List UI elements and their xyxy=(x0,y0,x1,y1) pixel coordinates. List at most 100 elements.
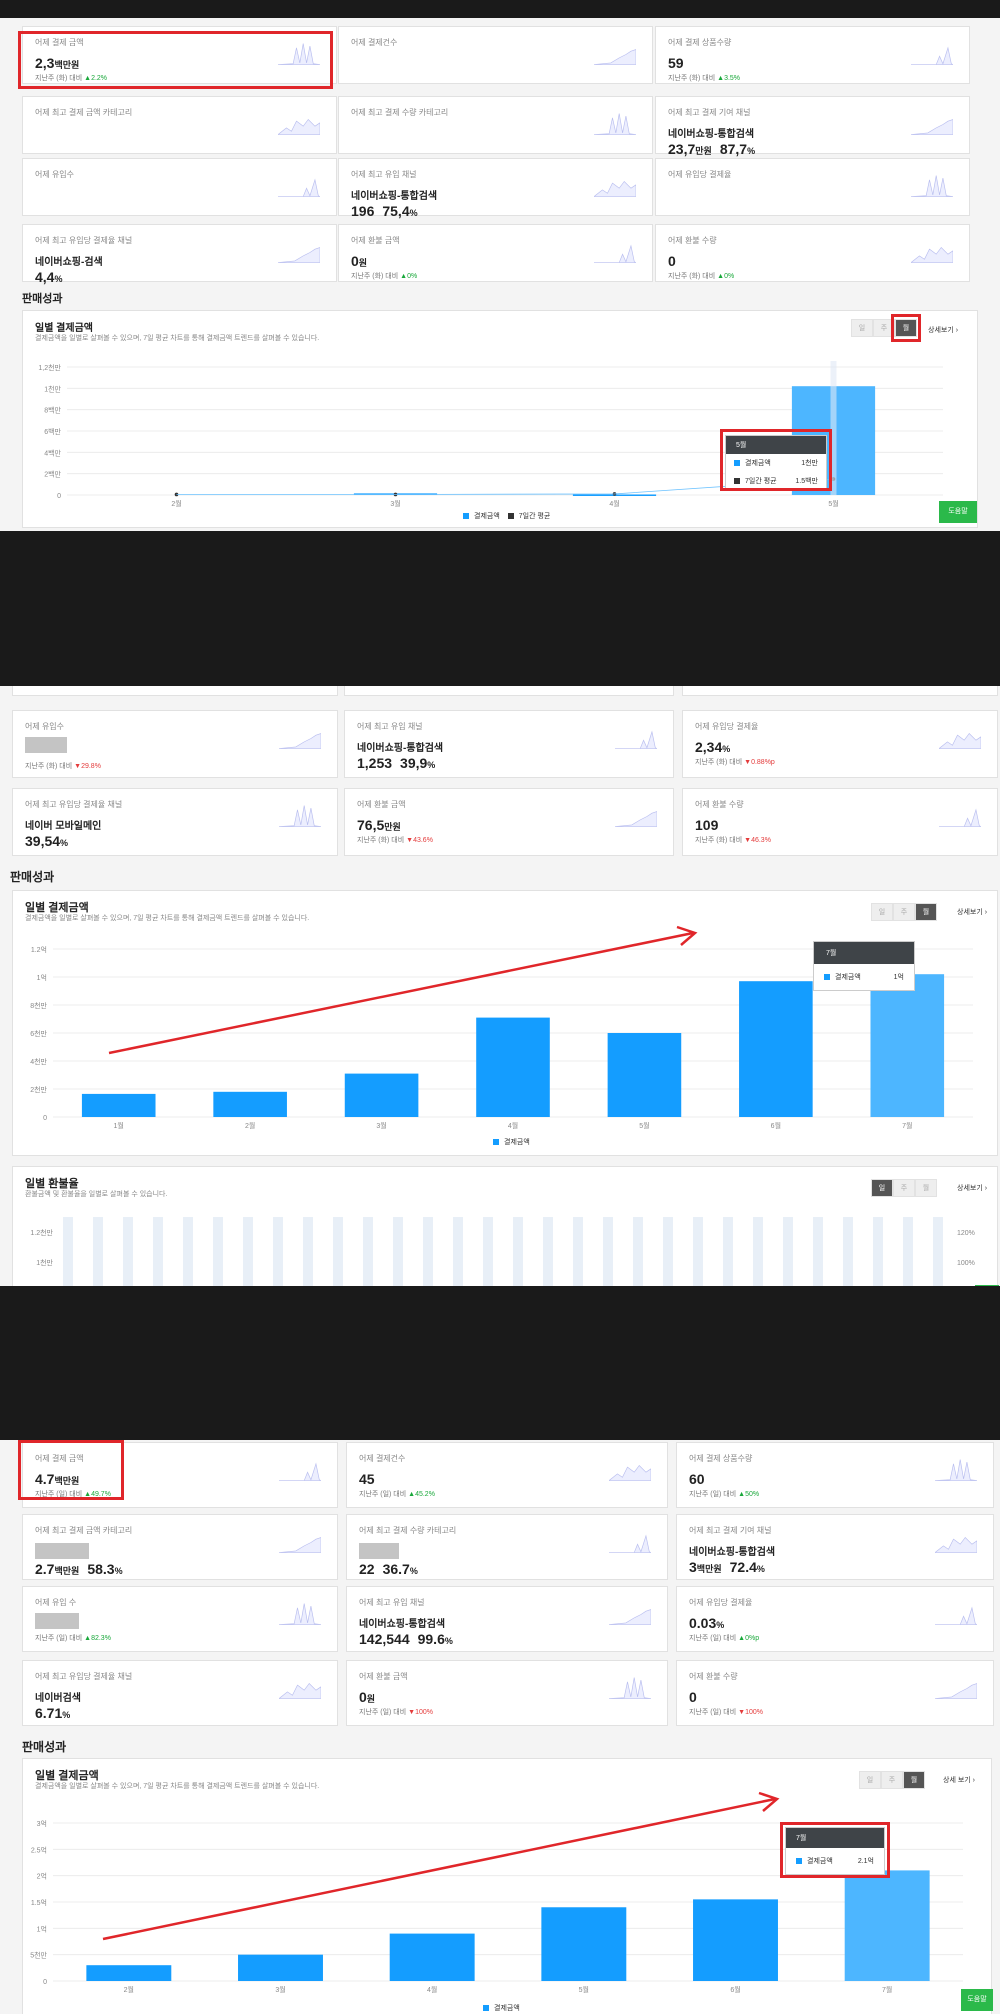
stat-card[interactable]: 어제 유입당 결제율 0.03% 지난주 (일) 대비 ▲0%p xyxy=(676,1586,994,1652)
bar[interactable] xyxy=(693,1899,778,1981)
refund-bar-bg xyxy=(933,1217,943,1286)
refund-bar-bg xyxy=(333,1217,343,1286)
bar[interactable] xyxy=(344,1073,419,1117)
stat-card[interactable]: 어제 최고 유입당 결제율 채널 네이버쇼핑-검색 4,4% xyxy=(22,224,337,285)
sparkline-chart xyxy=(594,180,636,197)
bar[interactable] xyxy=(541,1907,627,1981)
sparkline-chart xyxy=(279,805,321,827)
bar[interactable] xyxy=(844,1870,930,1981)
stat-card-label: 어제 최고 유입당 결제율 채널 xyxy=(35,236,133,245)
stat-card[interactable]: 어제 환불 수량 109 지난주 (화) 대비 ▼46.3% xyxy=(682,788,998,856)
stat-card-label: 어제 환불 수량 xyxy=(668,236,717,245)
help-button[interactable]: 도움말 xyxy=(939,501,977,523)
period-toggle-button[interactable]: 일 xyxy=(871,903,893,921)
stat-card-channel: 네이버쇼핑-통합검색 xyxy=(689,1547,776,1558)
legend-item[interactable]: 결제금액 xyxy=(504,1139,530,1146)
stat-card[interactable]: 어제 최고 결제 수량 카테고리 22 36.7% xyxy=(346,1514,668,1580)
x-tick-label: 4월 xyxy=(427,1985,437,1994)
y-tick-label: 0 xyxy=(43,1979,47,1986)
legend-item[interactable]: 결제금액 xyxy=(474,513,500,520)
refund-bar-bg xyxy=(903,1217,913,1286)
stat-card[interactable]: 어제 환불 금액 76,5만원 지난주 (화) 대비 ▼43.6% xyxy=(344,788,674,856)
bar[interactable] xyxy=(607,1033,682,1117)
stat-card[interactable]: 어제 유입 수 지난주 (일) 대비 ▲82.3% xyxy=(22,1586,338,1652)
detail-link[interactable]: 상세보기 › xyxy=(957,1183,987,1193)
stat-card[interactable]: 어제 유입당 결제율 2,34% 지난주 (화) 대비 ▼0.88%p xyxy=(682,710,998,778)
stat-card[interactable]: 어제 결제건수 45 지난주 (일) 대비 ▲45.2% xyxy=(346,1442,668,1508)
stat-card[interactable]: 어제 최고 유입당 결제율 채널 네이버검색 6.71% xyxy=(22,1660,338,1726)
stat-card[interactable]: 어제 최고 유입 채널 네이버쇼핑-통합검색 196 75,4% xyxy=(338,158,653,219)
bar[interactable] xyxy=(81,1093,156,1117)
stat-card[interactable]: 어제 최고 결제 기여 채널 네이버쇼핑-통합검색 3백만원 72.4% xyxy=(676,1514,994,1580)
stat-card[interactable]: 어제 유입당 결제율 xyxy=(655,158,970,216)
panel-2: 어제 유입수 지난주 (화) 대비 ▼29.8% 어제 최고 유입 채널 네이버쇼핑-… xyxy=(0,686,1000,1286)
stat-card[interactable]: 어제 최고 유입 채널 네이버쇼핑-통합검색 1,253 39,9% xyxy=(344,710,674,778)
period-toggle-button[interactable]: 월 xyxy=(903,1771,925,1789)
trend-down-icon: ▼ xyxy=(72,763,82,770)
bar[interactable] xyxy=(476,1017,550,1117)
stat-card[interactable]: 어제 최고 결제 금액 카테고리 2.7백만원 58.3% xyxy=(22,1514,338,1580)
stat-card[interactable]: 어제 유입수 xyxy=(22,158,337,216)
sparkline-path xyxy=(279,805,321,827)
stat-card[interactable]: 어제 환불 금액 0원 지난주 (화) 대비 ▲0% xyxy=(338,224,653,282)
stat-card[interactable]: 어제 환불 수량 0 지난주 (화) 대비 ▲0% xyxy=(655,224,970,282)
period-toggle-button[interactable]: 일 xyxy=(851,319,873,337)
refund-bar-bg xyxy=(303,1217,313,1286)
stat-card[interactable]: 어제 결제 상품수량 59 지난주 (화) 대비 ▲3.5% xyxy=(655,26,970,84)
bar[interactable] xyxy=(213,1091,287,1117)
period-toggle-button[interactable]: 월 xyxy=(915,903,937,921)
stat-card[interactable]: 어제 결제건수 xyxy=(338,26,653,84)
sparkline-chart xyxy=(279,1462,321,1481)
sparkline-path xyxy=(939,808,981,827)
comparison-label: 지난주 (화) 대비 xyxy=(668,75,716,82)
help-button[interactable]: 도움말 xyxy=(961,1989,993,2011)
stat-card[interactable]: 어제 결제 상품수량 60 지난주 (일) 대비 ▲50% xyxy=(676,1442,994,1508)
stat-card-value: 0 xyxy=(668,253,676,269)
bar[interactable] xyxy=(870,974,945,1117)
period-toggle-button[interactable]: 주 xyxy=(881,1771,903,1789)
stat-card[interactable]: 어제 최고 결제 기여 채널 네이버쇼핑-통합검색 23,7만원 87,7% xyxy=(655,96,970,157)
refund-bar-bg xyxy=(663,1217,673,1286)
sparkline-path xyxy=(279,733,321,749)
stat-value-unit: 백만원 xyxy=(696,1564,722,1574)
stat-card[interactable]: 어제 최고 결제 금액 카테고리 xyxy=(22,96,337,154)
stat-card[interactable]: 어제 최고 유입당 결제율 채널 네이버 모바일메인 39,54% xyxy=(12,788,338,856)
stat-card[interactable]: 어제 유입수 지난주 (화) 대비 ▼29.8% xyxy=(12,710,338,778)
redacted-value xyxy=(35,1543,89,1559)
stat-card-label: 어제 최고 결제 기여 채널 xyxy=(668,108,751,117)
bar[interactable] xyxy=(86,1965,172,1981)
tooltip-value: 1억 xyxy=(893,974,904,981)
stat-value-share: 72.4 xyxy=(729,1559,757,1575)
stat-card[interactable]: 어제 환불 금액 0원 지난주 (일) 대비 ▼100% xyxy=(346,1660,668,1726)
legend-item[interactable]: 결제금액 xyxy=(494,2005,520,2012)
sparkline-chart xyxy=(609,1464,651,1481)
redacted-value xyxy=(25,737,67,753)
bar[interactable] xyxy=(739,981,813,1117)
comparison-label: 지난주 (일) 대비 xyxy=(689,1709,737,1716)
y-tick-label: 8천만 xyxy=(30,1001,47,1010)
detail-link[interactable]: 상세보기 › xyxy=(957,907,987,917)
y-tick-label: 4천만 xyxy=(30,1057,47,1066)
stat-card[interactable]: 어제 최고 유입 채널 네이버쇼핑-통합검색 142,544 99.6% xyxy=(346,1586,668,1652)
stat-card-value: 0 xyxy=(689,1689,697,1705)
refund-bar-bg xyxy=(753,1217,763,1286)
y2-tick-label: 120% xyxy=(957,1230,975,1237)
detail-link[interactable]: 상세 보기 › xyxy=(943,1775,975,1785)
sparkline-chart xyxy=(609,1609,651,1625)
bar[interactable] xyxy=(389,1933,475,1981)
bar[interactable] xyxy=(238,1954,323,1981)
stat-card[interactable]: 어제 환불 수량 0 지난주 (일) 대비 ▼100% xyxy=(676,1660,994,1726)
stat-value-share: 75,4 xyxy=(382,203,410,219)
period-toggle-button[interactable]: 주 xyxy=(893,903,915,921)
legend-item[interactable]: 7일간 평균 xyxy=(519,513,551,520)
period-toggle-button[interactable]: 일 xyxy=(871,1179,893,1197)
refund-bar-bg xyxy=(423,1217,433,1286)
stat-card-label: 어제 최고 유입당 결제율 채널 xyxy=(35,1672,133,1681)
detail-link[interactable]: 상세보기 › xyxy=(928,325,958,335)
stat-card[interactable]: 어제 최고 결제 수량 카테고리 xyxy=(338,96,653,154)
refund-bar-bg xyxy=(393,1217,403,1286)
period-toggle-button[interactable]: 월 xyxy=(915,1179,937,1197)
period-toggle-button[interactable]: 주 xyxy=(893,1179,915,1197)
period-toggle-button[interactable]: 일 xyxy=(859,1771,881,1789)
stat-card-channel: 네이버쇼핑-통합검색 xyxy=(359,1619,446,1630)
